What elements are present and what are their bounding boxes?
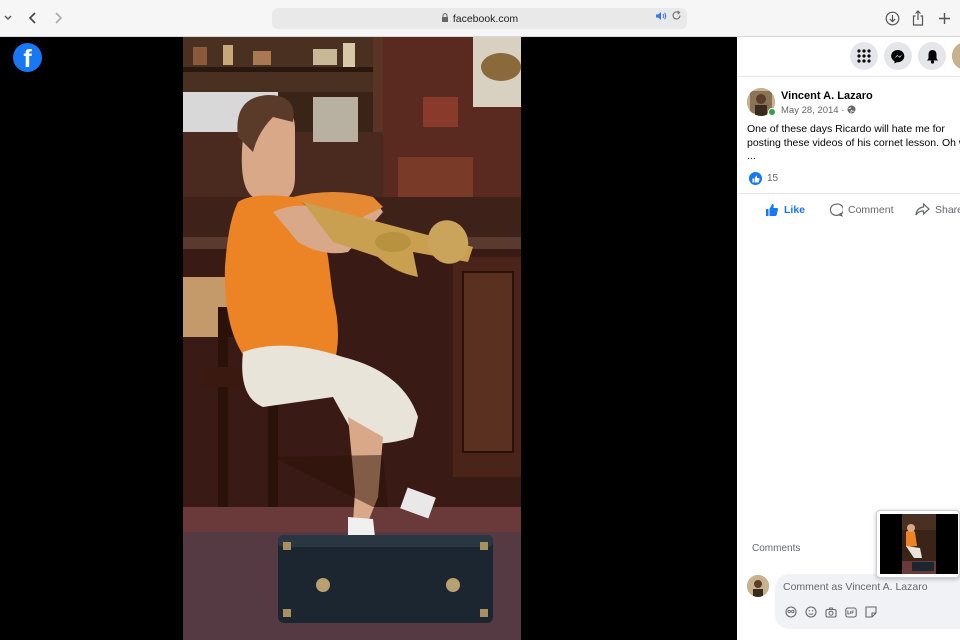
notifications-icon[interactable] [918, 42, 946, 70]
camera-icon[interactable] [824, 605, 838, 619]
comment-button[interactable]: Comment [829, 203, 894, 217]
post-author-name[interactable]: Vincent A. Lazaro [781, 90, 873, 102]
comment-placeholder: Comment as Vincent A. Lazaro [783, 581, 928, 593]
post-text: One of these days Ricardo will hate me f… [747, 123, 960, 162]
profile-avatar[interactable] [952, 42, 960, 70]
chevron-down-icon[interactable] [1, 9, 15, 27]
url-text: facebook.com [452, 12, 519, 25]
post-actions-bar: Like Comment Share [737, 193, 960, 226]
reaction-summary[interactable]: 15 [749, 172, 778, 185]
video-viewer: f [0, 37, 737, 640]
like-icon [766, 204, 778, 216]
sticker-icon[interactable] [864, 605, 878, 619]
share-arrow-icon [915, 203, 930, 216]
comment-icon [829, 203, 843, 217]
browser-toolbar: facebook.com [0, 0, 960, 37]
reload-icon[interactable] [671, 10, 682, 24]
share-icon[interactable] [909, 9, 927, 27]
post-date[interactable]: May 28, 2014 · [781, 105, 856, 117]
globe-icon [847, 105, 856, 117]
header-icons [737, 37, 960, 77]
like-button[interactable]: Like [765, 203, 805, 217]
messenger-icon[interactable] [884, 42, 912, 70]
mini-video-thumbnail[interactable] [880, 514, 958, 574]
comment-tools [784, 605, 878, 619]
menu-grid-icon[interactable] [850, 42, 878, 70]
like-label: Like [784, 204, 806, 216]
reaction-count: 15 [767, 173, 779, 184]
commenter-avatar [747, 575, 769, 597]
mini-video-player[interactable] [876, 510, 960, 578]
comment-input[interactable]: Comment as Vincent A. Lazaro [775, 574, 960, 629]
forward-icon[interactable] [49, 9, 67, 27]
share-button[interactable]: Share [915, 203, 960, 216]
online-status-dot [768, 108, 776, 116]
like-reaction-icon [749, 172, 762, 185]
lock-icon [441, 13, 449, 24]
comment-label: Comment [848, 204, 894, 216]
gif-icon[interactable] [844, 605, 858, 619]
facebook-logo-letter: f [23, 45, 32, 72]
speaker-icon[interactable] [655, 11, 667, 24]
download-icon[interactable] [883, 9, 901, 27]
facebook-logo[interactable]: f [13, 43, 42, 72]
video-frame[interactable] [183, 37, 521, 640]
emoji-icon[interactable] [804, 605, 818, 619]
back-icon[interactable] [24, 9, 42, 27]
comments-heading: Comments [752, 543, 801, 554]
post-date-text: May 28, 2014 · [781, 105, 848, 116]
new-tab-icon[interactable] [935, 9, 953, 27]
address-bar[interactable]: facebook.com [272, 8, 687, 29]
avatar-sticker-icon[interactable] [784, 605, 798, 619]
share-label: Share [935, 203, 960, 216]
